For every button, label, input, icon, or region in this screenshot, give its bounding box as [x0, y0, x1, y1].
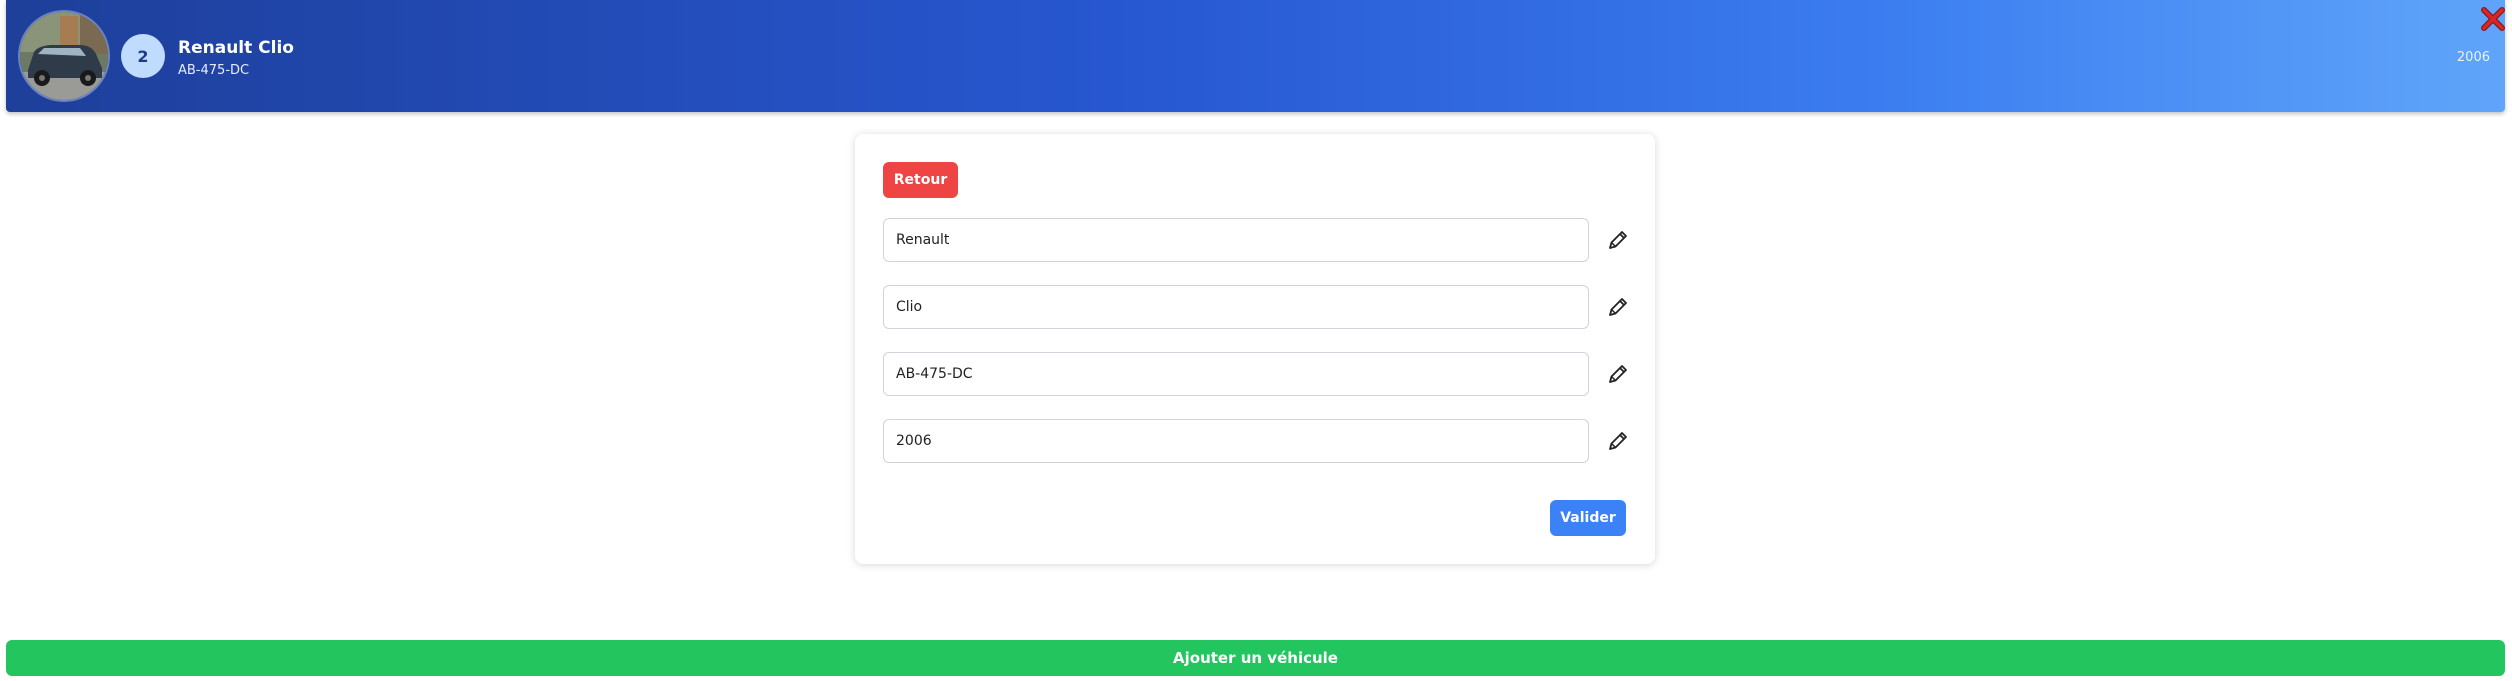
pencil-icon — [1609, 432, 1627, 450]
pencil-icon — [1609, 365, 1627, 383]
edit-vehicle-card: Retour Valider — [855, 134, 1655, 564]
vehicle-header: 2 Renault Clio AB-475-DC 2006 — [6, 0, 2505, 112]
vehicle-title: Renault Clio — [178, 38, 294, 58]
back-button[interactable]: Retour — [883, 162, 958, 198]
model-input[interactable] — [883, 285, 1589, 329]
close-button[interactable] — [2480, 6, 2506, 32]
vehicle-year: 2006 — [2456, 50, 2490, 65]
vehicle-avatar — [20, 12, 108, 100]
add-vehicle-button[interactable]: Ajouter un véhicule — [6, 640, 2505, 676]
edit-brand-button[interactable] — [1606, 228, 1630, 252]
brand-input[interactable] — [883, 218, 1589, 262]
close-x-icon — [2481, 7, 2505, 31]
edit-plate-button[interactable] — [1606, 362, 1630, 386]
pencil-icon — [1609, 231, 1627, 249]
edit-year-button[interactable] — [1606, 429, 1630, 453]
year-input[interactable] — [883, 419, 1589, 463]
car-photo — [20, 12, 108, 100]
pencil-icon — [1609, 298, 1627, 316]
vehicle-index-badge: 2 — [121, 34, 165, 78]
plate-input[interactable] — [883, 352, 1589, 396]
vehicle-plate: AB-475-DC — [178, 63, 250, 78]
edit-model-button[interactable] — [1606, 295, 1630, 319]
submit-button[interactable]: Valider — [1550, 500, 1626, 536]
